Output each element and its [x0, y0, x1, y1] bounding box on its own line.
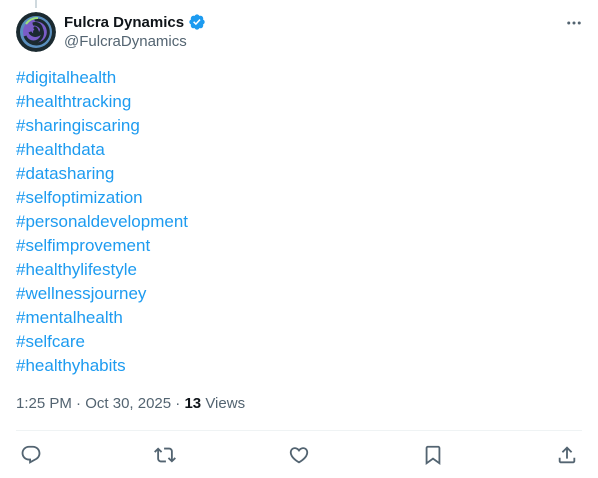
- hashtag-link[interactable]: #healthyhabits: [16, 354, 188, 378]
- action-bar: [16, 440, 582, 470]
- meta-separator: ·: [76, 395, 82, 412]
- hashtag-link[interactable]: #healthdata: [16, 138, 188, 162]
- share-button[interactable]: [552, 440, 582, 470]
- bookmark-icon: [425, 445, 441, 466]
- like-icon: [289, 447, 309, 464]
- hashtag-link[interactable]: #selfimprovement: [16, 234, 188, 258]
- hashtag-link[interactable]: #sharingiscaring: [16, 114, 188, 138]
- avatar[interactable]: [16, 12, 56, 52]
- post-header: Fulcra Dynamics @FulcraDynamics: [16, 12, 582, 52]
- meta-separator: ·: [175, 395, 181, 412]
- display-name-row: Fulcra Dynamics: [64, 12, 206, 32]
- post-body-hashtags: #digitalhealth #healthtracking #sharingi…: [16, 66, 188, 378]
- reply-button[interactable]: [16, 440, 46, 470]
- divider: [16, 430, 582, 431]
- thread-connector-line: [35, 0, 37, 8]
- hashtag-link[interactable]: #datasharing: [16, 162, 188, 186]
- avatar-logo-icon: [16, 12, 56, 52]
- views-label: Views: [205, 395, 246, 412]
- hashtag-link[interactable]: #selfoptimization: [16, 186, 188, 210]
- hashtag-link[interactable]: #personaldevelopment: [16, 210, 188, 234]
- share-icon: [558, 446, 576, 464]
- hashtag-link[interactable]: #digitalhealth: [16, 66, 188, 90]
- hashtag-link[interactable]: #mentalhealth: [16, 306, 188, 330]
- author-display-name[interactable]: Fulcra Dynamics: [64, 14, 184, 31]
- bookmark-button[interactable]: [418, 440, 448, 470]
- repost-button[interactable]: [150, 440, 180, 470]
- hashtag-link[interactable]: #healthtracking: [16, 90, 188, 114]
- post-time[interactable]: 1:25 PM: [16, 395, 72, 412]
- verified-badge-icon[interactable]: [188, 13, 206, 31]
- more-options-button[interactable]: [562, 12, 586, 34]
- repost-icon: [154, 447, 176, 463]
- reply-icon: [21, 445, 41, 464]
- author-names: Fulcra Dynamics @FulcraDynamics: [64, 12, 206, 52]
- post-meta: 1:25 PM · Oct 30, 2025 · 13 Views: [16, 394, 245, 414]
- post-date[interactable]: Oct 30, 2025: [85, 395, 171, 412]
- views-count: 13: [184, 395, 202, 412]
- hashtag-link[interactable]: #selfcare: [16, 330, 188, 354]
- hashtag-link[interactable]: #wellnessjourney: [16, 282, 188, 306]
- more-horizontal-icon: [567, 21, 581, 25]
- author-handle[interactable]: @FulcraDynamics: [64, 32, 206, 52]
- like-button[interactable]: [284, 440, 314, 470]
- hashtag-link[interactable]: #healthylifestyle: [16, 258, 188, 282]
